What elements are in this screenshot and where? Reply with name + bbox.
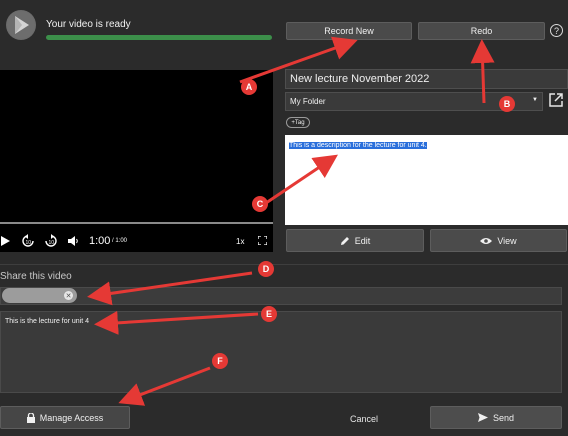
- arrow-d: [87, 271, 253, 306]
- annotation-d: D: [258, 261, 274, 277]
- annotation-f: F: [212, 353, 228, 369]
- arrow-c: [265, 154, 338, 205]
- annotation-a: A: [241, 79, 257, 95]
- arrow-f: [118, 366, 211, 406]
- annotation-b: B: [499, 96, 515, 112]
- annotation-arrows: [87, 36, 495, 406]
- annotation-e: E: [261, 306, 277, 322]
- arrow-e: [94, 310, 259, 335]
- arrow-a: [239, 36, 358, 84]
- arrow-b: [470, 39, 495, 104]
- annotation-c: C: [252, 196, 268, 212]
